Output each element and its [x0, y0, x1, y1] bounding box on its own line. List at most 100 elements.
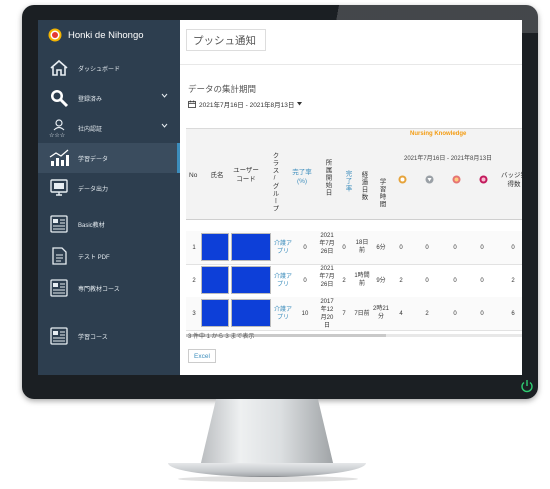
cell-days: 1時間前	[354, 273, 370, 287]
cell-no: 3	[192, 311, 196, 317]
cell-badge-2: 0	[425, 278, 429, 284]
sidebar-item-label: 登録済み	[78, 96, 103, 103]
cell-no: 1	[192, 245, 196, 251]
cell-rate: 10	[301, 311, 309, 317]
search-icon	[51, 90, 69, 108]
book-icon	[50, 327, 68, 345]
brand[interactable]: Honki de Nihongo	[38, 20, 180, 50]
sidebar-item-data-export[interactable]: データ出力	[38, 173, 180, 203]
pdf-icon	[52, 247, 67, 265]
cell-days: 18日前	[355, 240, 369, 254]
table-info: 3 件中 1 から 3 まで表示	[188, 334, 255, 340]
monitor-stand-base	[168, 463, 366, 477]
sidebar-item-label: Basic教材	[78, 222, 105, 229]
cell-done: 0	[342, 245, 346, 251]
col-period-days[interactable]: 経過日数	[359, 166, 368, 206]
cell-no: 2	[192, 278, 196, 284]
sidebar-item-label: ダッシュボード	[78, 66, 121, 73]
sidebar-item-special-course[interactable]: 専門教材コース	[38, 273, 180, 303]
excel-export-button[interactable]: Excel	[188, 349, 216, 363]
power-icon[interactable]	[520, 379, 534, 393]
cell-badge-2: 2	[425, 311, 429, 317]
col-user-code[interactable]: ユーザーコード	[232, 166, 260, 184]
cell-start: 2017年12月20日	[320, 299, 334, 329]
cell-badge-1: 0	[399, 245, 403, 251]
sidebar: Honki de Nihongo ダッシュボード 登録済み ☆☆☆ 社内認証 学…	[38, 20, 180, 375]
redacted-user-code	[231, 233, 271, 261]
learning-data-table: Nursing Knowledge 2021年7月16日 - 2021年8月13…	[186, 128, 522, 337]
date-range-value: 2021年7月16日 - 2021年8月13日	[199, 102, 295, 109]
col-completion-rate[interactable]: 完了率(%)	[289, 168, 315, 186]
sidebar-item-label: テスト PDF	[78, 254, 110, 261]
col-badges[interactable]: バッジ獲得数	[499, 171, 522, 189]
cell-rate: 0	[303, 245, 307, 251]
sidebar-item-dashboard[interactable]: ダッシュボード	[38, 53, 180, 83]
cell-badge-2: 0	[425, 245, 429, 251]
col-enroll-date[interactable]: 所属開始日	[323, 148, 332, 208]
sidebar-item-registered[interactable]: 登録済み	[38, 83, 180, 113]
cell-badges: 6	[511, 311, 515, 317]
sidebar-item-label: 学習データ	[78, 156, 109, 163]
col-no[interactable]: No	[189, 171, 197, 180]
main-content: プッシュ通知 データの集計期間 2021年7月16日 - 2021年8月13日 …	[180, 20, 522, 375]
cell-done: 7	[342, 311, 346, 317]
cell-time: 2時21分	[372, 306, 389, 320]
redacted-name	[201, 299, 229, 327]
badge-platinum-icon	[479, 175, 488, 184]
sidebar-item-label: データ出力	[78, 186, 109, 193]
cell-badge-3: 0	[453, 278, 457, 284]
redacted-name	[201, 233, 229, 261]
cell-class[interactable]: 介護アプリ	[273, 273, 293, 289]
nursing-knowledge-label: Nursing Knowledge	[410, 131, 467, 137]
badge-bronze-icon	[398, 175, 407, 184]
chart-icon	[49, 149, 69, 166]
users-icon: ☆☆☆	[49, 119, 65, 138]
cell-start: 2021年7月26日	[319, 233, 335, 255]
book-icon	[50, 279, 68, 297]
col-done-rate[interactable]: 完了率	[343, 166, 352, 196]
col-name[interactable]: 氏名	[205, 171, 229, 180]
monitor-frame: Honki de Nihongo ダッシュボード 登録済み ☆☆☆ 社内認証 学…	[22, 5, 538, 399]
cell-badge-4: 0	[480, 245, 484, 251]
sidebar-item-auth[interactable]: ☆☆☆ 社内認証	[38, 113, 180, 143]
chevron-down-icon	[161, 93, 168, 98]
col-study-time[interactable]: 学習時間	[377, 173, 386, 213]
sidebar-item-learning-data[interactable]: 学習データ	[38, 143, 180, 173]
book-icon	[50, 215, 68, 233]
sidebar-item-label: 学習コース	[78, 334, 108, 341]
calendar-icon	[188, 100, 196, 108]
cell-start: 2021年7月26日	[319, 266, 335, 288]
cell-badge-3: 0	[453, 311, 457, 317]
cell-class[interactable]: 介護アプリ	[273, 306, 293, 322]
col-name-label: 氏名	[210, 172, 224, 179]
screen: Honki de Nihongo ダッシュボード 登録済み ☆☆☆ 社内認証 学…	[38, 20, 522, 375]
cell-rate: 0	[303, 278, 307, 284]
cell-time: 9分	[376, 278, 386, 284]
date-range-picker[interactable]: 2021年7月16日 - 2021年8月13日	[188, 98, 303, 110]
sidebar-item-learning-course[interactable]: 学習コース	[38, 321, 180, 351]
brand-logo-icon	[48, 28, 62, 42]
chevron-down-icon	[161, 123, 168, 128]
monitor-stand-neck	[200, 399, 334, 467]
redacted-user-code	[231, 266, 271, 294]
period-title: データの集計期間	[188, 84, 257, 94]
sidebar-item-test-pdf[interactable]: テスト PDF	[38, 241, 180, 271]
col-class-group[interactable]: クラス/グループ	[270, 146, 279, 218]
cell-done: 2	[342, 278, 346, 284]
cell-class[interactable]: 介護アプリ	[273, 240, 293, 256]
monitor-icon	[50, 179, 68, 196]
cell-time: 6分	[376, 245, 386, 251]
badge-silver-icon	[425, 175, 434, 184]
page-title: プッシュ通知	[186, 29, 266, 51]
sidebar-item-label: 専門教材コース	[78, 286, 120, 293]
home-icon	[50, 59, 68, 76]
cell-badge-1: 2	[399, 278, 403, 284]
stand-shadow	[178, 476, 358, 482]
sidebar-item-basic-material[interactable]: Basic教材	[38, 209, 180, 239]
svg-text:☆☆☆: ☆☆☆	[49, 132, 65, 138]
cell-days: 7日前	[354, 311, 370, 317]
header-divider	[180, 64, 522, 65]
sidebar-item-label: 社内認証	[78, 126, 103, 133]
cell-badge-1: 4	[399, 311, 403, 317]
cell-badges: 2	[511, 278, 515, 284]
